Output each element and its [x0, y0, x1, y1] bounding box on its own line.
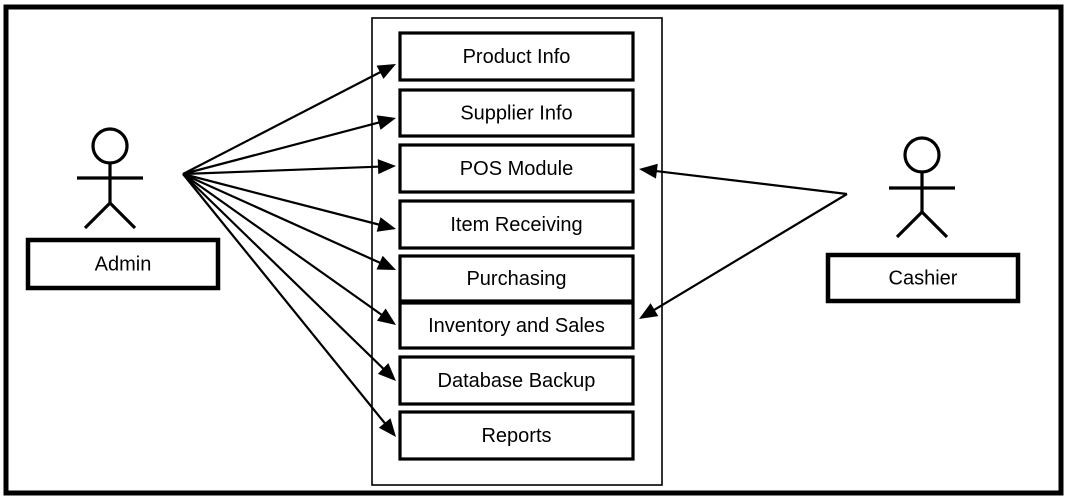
use-case-reports[interactable]: Reports — [398, 410, 635, 461]
use-case-database-backup[interactable]: Database Backup — [398, 355, 635, 406]
use-case-label: Inventory and Sales — [428, 315, 605, 337]
use-case-label: Item Receiving — [450, 214, 582, 236]
actor-head-icon — [91, 127, 129, 165]
use-case-purchasing[interactable]: Purchasing — [398, 254, 635, 303]
use-case-pos-module[interactable]: POS Module — [398, 143, 635, 194]
use-case-label: Purchasing — [466, 268, 566, 290]
usecases-layer: Product Info Supplier Info POS Module Item … — [398, 31, 635, 461]
use-case-supplier-info[interactable]: Supplier Info — [398, 88, 635, 138]
use-case-product-info[interactable]: Product Info — [398, 31, 635, 82]
actor-name-label: Cashier — [889, 267, 958, 289]
actor-name-label: Admin — [95, 253, 152, 275]
use-case-label: Product Info — [463, 46, 571, 68]
use-case-label: Reports — [481, 425, 551, 447]
use-case-item-receiving[interactable]: Item Receiving — [398, 199, 635, 250]
use-case-label: Supplier Info — [460, 102, 572, 124]
use-case-diagram: Product Info Supplier Info POS Module Item … — [0, 0, 1067, 500]
use-case-label: Database Backup — [438, 370, 596, 392]
diagram-canvas: Product Info Supplier Info POS Module Item … — [0, 0, 1067, 500]
actor-head-icon — [903, 136, 941, 174]
use-case-inventory-and-sales[interactable]: Inventory and Sales — [398, 301, 635, 350]
use-case-label: POS Module — [460, 158, 573, 180]
